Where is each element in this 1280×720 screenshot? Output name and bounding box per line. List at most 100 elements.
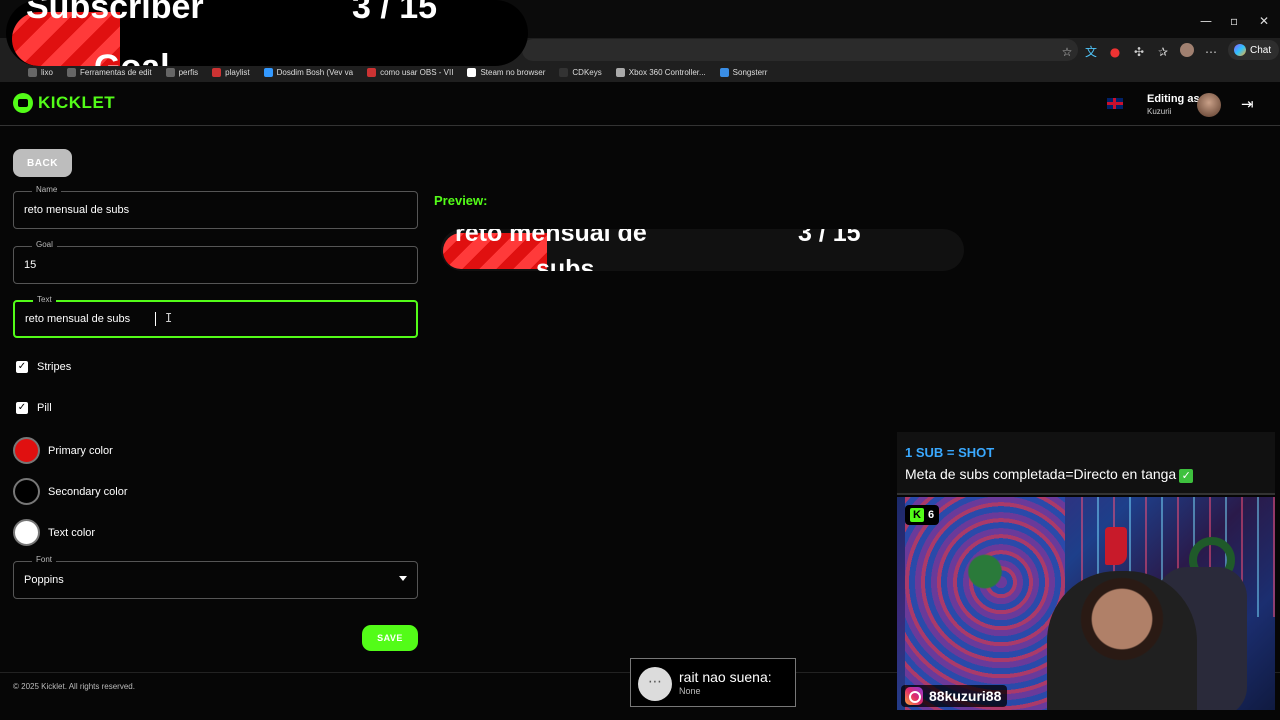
profile-icon[interactable]: [1180, 43, 1194, 60]
ibeam-cursor-icon: I: [165, 311, 173, 325]
wall-tapestry: [905, 497, 1065, 710]
bookmarks-bar: lixo Ferramentas de edit perfis playlist…: [0, 64, 1280, 81]
text-field[interactable]: Text reto mensual de subs I: [13, 295, 418, 338]
pill-label: Pill: [37, 402, 52, 414]
secondary-color-swatch[interactable]: [13, 478, 40, 505]
name-field[interactable]: Name reto mensual de subs: [13, 185, 418, 229]
more-icon[interactable]: ⋯: [1204, 45, 1218, 59]
chevron-down-icon: [399, 576, 407, 581]
goal-value: 15: [24, 259, 37, 271]
bookmark-item[interactable]: perfis: [165, 68, 198, 77]
goal-label: Goal: [32, 240, 57, 249]
star-icon[interactable]: ☆: [1060, 45, 1074, 59]
overlay-goal: Goal: [94, 48, 170, 66]
check-icon[interactable]: ✓: [16, 361, 28, 373]
viewer-count: 6: [928, 509, 935, 521]
panda-logo-icon: [13, 93, 33, 113]
font-select[interactable]: Font Poppins: [13, 555, 418, 599]
logo-text: KICKLET: [38, 93, 116, 112]
bookmark-item[interactable]: Xbox 360 Controller...: [615, 68, 706, 77]
address-bar[interactable]: [522, 39, 1078, 61]
goal-field[interactable]: Goal 15: [13, 240, 418, 284]
instagram-handle-badge: 88kuzuri88: [901, 685, 1008, 707]
name-value: reto mensual de subs: [24, 204, 130, 216]
chat-label: Chat: [1250, 44, 1272, 56]
pill-checkbox[interactable]: ✓ Pill: [16, 402, 52, 414]
bookmark-item[interactable]: lixo: [28, 68, 53, 77]
bookmark-item[interactable]: playlist: [212, 68, 250, 77]
app-header: KICKLET Editing as Kuzurii ⇥: [0, 82, 1280, 126]
close-icon[interactable]: ✕: [1259, 14, 1269, 28]
bookmark-item[interactable]: Ferramentas de edit: [67, 68, 152, 77]
primary-color-label: Primary color: [48, 444, 113, 457]
stream-alert-toast: ⋯ rait nao suena: None: [630, 658, 796, 707]
folder-icon: [165, 68, 175, 77]
puzzle-icon[interactable]: ✣: [1132, 45, 1146, 59]
translate-icon[interactable]: 文: [1084, 43, 1098, 60]
instagram-handle: 88kuzuri88: [929, 688, 1002, 704]
youtube-icon: [367, 68, 377, 77]
folder-icon: [67, 68, 77, 77]
avatar[interactable]: [1197, 93, 1221, 117]
goal-panel-text: Meta de subs completada=Directo en tanga…: [905, 466, 1194, 483]
streamer: [1047, 571, 1197, 710]
save-button[interactable]: SAVE: [362, 625, 418, 651]
maximize-icon[interactable]: ▫: [1230, 14, 1238, 28]
back-button[interactable]: BACK: [13, 149, 72, 177]
overlay-count: 3 / 15: [352, 0, 438, 26]
uk-flag-icon[interactable]: [1107, 98, 1123, 109]
bookmark-item[interactable]: Songsterr: [719, 68, 767, 77]
secondary-color-picker[interactable]: Secondary color: [13, 478, 128, 505]
copilot-icon: [1234, 44, 1246, 56]
check-icon[interactable]: ✓: [16, 402, 28, 414]
favorites-icon[interactable]: ✰: [1156, 45, 1170, 59]
text-color-swatch[interactable]: [13, 519, 40, 546]
bookmark-item[interactable]: CDKeys: [559, 68, 602, 77]
name-label: Name: [32, 185, 62, 194]
preview-text-line2: subs: [536, 255, 595, 271]
youtube-icon: [212, 68, 222, 77]
font-label: Font: [32, 555, 57, 564]
secondary-color-label: Secondary color: [48, 485, 128, 498]
bookmark-item[interactable]: Steam no browser: [467, 68, 545, 77]
chat-bubble-icon: ⋯: [638, 667, 672, 701]
check-mark-icon: ✓: [1179, 469, 1194, 483]
cdkeys-icon: [559, 68, 569, 77]
chat-button[interactable]: Chat: [1228, 40, 1280, 60]
screen: — ▫ ✕ ☆ 文 ● ✣ ✰ ⋯ Chat lixo Ferramentas …: [0, 0, 1280, 720]
logout-icon[interactable]: ⇥: [1241, 95, 1254, 113]
stream-sub-goal-overlay: Subscriber 3 / 15 Goal: [6, 0, 528, 66]
logo[interactable]: KICKLET: [13, 93, 115, 113]
instagram-icon: [905, 687, 923, 705]
toast-title: rait nao suena:: [679, 669, 772, 685]
christmas-stocking: [1105, 527, 1127, 565]
minimize-icon[interactable]: —: [1200, 14, 1212, 28]
webcam-feed: K 6 88kuzuri88: [897, 497, 1275, 710]
editing-as-user: Kuzurii: [1147, 107, 1172, 116]
text-color-picker[interactable]: Text color: [13, 519, 95, 546]
copyright: © 2025 Kicklet. All rights reserved.: [13, 682, 135, 691]
text-value: reto mensual de subs: [25, 313, 131, 325]
editing-as: Editing as Kuzurii: [1147, 93, 1200, 116]
preview-text-line1: reto mensual de: [455, 229, 647, 247]
viewer-count-badge: K 6: [905, 505, 940, 525]
text-label: Text: [33, 295, 56, 304]
bookmark-item[interactable]: como usar OBS - VII: [367, 68, 453, 77]
bookmark-item[interactable]: Dosdim Bosh (Vev va: [263, 68, 353, 77]
omnibox-icons: ☆ 文 ● ✣ ✰ ⋯: [1060, 43, 1218, 60]
font-value: Poppins: [24, 574, 64, 586]
stripes-label: Stripes: [37, 361, 72, 373]
text-color-label: Text color: [48, 526, 96, 539]
kick-icon: K: [910, 508, 924, 522]
stripes-checkbox[interactable]: ✓ Stripes: [16, 361, 71, 373]
primary-color-swatch[interactable]: [13, 437, 40, 464]
extension-icon[interactable]: ●: [1108, 45, 1122, 59]
editing-as-label: Editing as: [1147, 93, 1200, 105]
preview-goal-bar: reto mensual de 3 / 15 subs: [441, 229, 964, 271]
stream-goal-panel: 1 SUB = SHOT Meta de subs completada=Dir…: [897, 432, 1275, 495]
goal-panel-title: 1 SUB = SHOT: [905, 445, 995, 460]
primary-color-picker[interactable]: Primary color: [13, 437, 113, 464]
folder-icon: [28, 68, 37, 77]
text-caret: [155, 312, 156, 326]
preview-label: Preview:: [434, 193, 488, 208]
